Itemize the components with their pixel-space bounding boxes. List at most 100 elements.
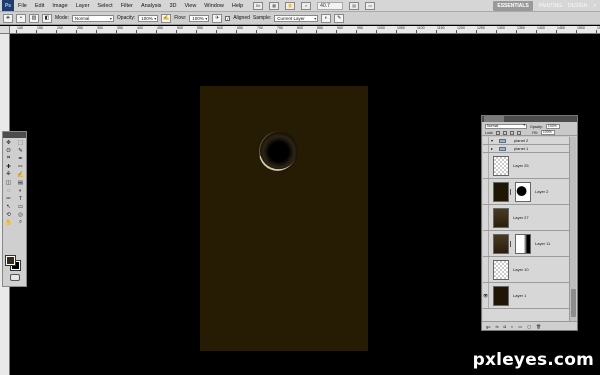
layer-name[interactable]: Layer 1: [513, 293, 526, 298]
bridge-icon[interactable]: Br: [253, 1, 264, 10]
menu-window[interactable]: Window: [200, 3, 228, 9]
tablet-opacity-icon[interactable]: ✍: [161, 13, 172, 23]
zoom-icon[interactable]: ⌕: [15, 219, 26, 226]
zoom-level-field[interactable]: 40.7: [317, 1, 344, 10]
menu-layer[interactable]: Layer: [72, 3, 94, 9]
clone-stamp-preset-icon[interactable]: ⎈: [3, 13, 13, 23]
clone-stamp-icon[interactable]: ⎈: [3, 171, 14, 178]
mode-select[interactable]: Normal: [71, 14, 114, 22]
ruler-origin[interactable]: [0, 26, 10, 34]
group-expand-icon[interactable]: ▾: [491, 138, 493, 143]
workspace-more-icon[interactable]: »: [593, 3, 596, 9]
layer-row[interactable]: Layer 10: [483, 257, 570, 283]
visibility-eye-icon[interactable]: [483, 205, 489, 230]
layer-name[interactable]: Layer 10: [513, 267, 529, 272]
eraser-icon[interactable]: ◫: [3, 179, 14, 186]
mask-link-icon[interactable]: [510, 188, 513, 195]
layers-panel-header[interactable]: [482, 116, 577, 122]
blur-icon[interactable]: ◌: [3, 187, 14, 194]
top-ruler[interactable]: 100 150 200 250 300 350 400 450 500 550 600 650 700 7…: [10, 26, 600, 34]
group-expand-icon[interactable]: ▸: [491, 146, 493, 151]
trash-icon[interactable]: 🗑: [536, 324, 541, 329]
aligned-checkbox[interactable]: ✓: [225, 15, 231, 21]
layer-name[interactable]: Layer 2: [535, 189, 548, 194]
visibility-eye-icon[interactable]: [483, 257, 489, 282]
layer-row[interactable]: Layer 2: [483, 179, 570, 205]
layer-name[interactable]: planet 2: [514, 138, 528, 143]
flow-field[interactable]: 100%: [189, 14, 210, 22]
link-layers-icon[interactable]: go: [486, 324, 490, 329]
workspace-essentials-button[interactable]: ESSENTIALS: [493, 1, 533, 11]
menu-view[interactable]: View: [180, 3, 200, 9]
visibility-eye-icon[interactable]: [483, 231, 489, 256]
layer-thumbnail[interactable]: [493, 207, 509, 228]
brush-size-icon[interactable]: •: [16, 13, 26, 23]
layer-name[interactable]: Layer 11: [535, 241, 550, 246]
path-select-icon[interactable]: ↖: [3, 203, 14, 210]
opacity-field[interactable]: 100%: [138, 14, 159, 22]
type-icon[interactable]: T: [15, 195, 26, 202]
layer-name[interactable]: Layer 27: [513, 215, 529, 220]
blend-mode-select[interactable]: Normal: [485, 124, 527, 129]
hand-icon[interactable]: ✋: [3, 219, 14, 226]
quick-select-icon[interactable]: ✎: [15, 147, 26, 154]
menu-file[interactable]: File: [14, 3, 31, 9]
menu-3d[interactable]: 3D: [165, 3, 180, 9]
workspace-design-button[interactable]: DESIGN: [568, 3, 587, 9]
screen-mode-icon[interactable]: ▭: [365, 1, 376, 10]
healing-icon[interactable]: ✚: [3, 163, 14, 170]
new-layer-icon[interactable]: ▢: [527, 324, 531, 329]
visibility-eye-icon[interactable]: [483, 145, 489, 152]
menu-analysis[interactable]: Analysis: [137, 3, 165, 9]
crop-icon[interactable]: ⌗: [3, 155, 14, 162]
airbrush-icon[interactable]: ✈: [212, 13, 223, 23]
mask-link-icon[interactable]: [510, 240, 513, 247]
lock-transparency-icon[interactable]: [496, 130, 501, 135]
menu-filter[interactable]: Filter: [117, 3, 137, 9]
layer-group-row[interactable]: ▾ planet 2: [483, 137, 570, 145]
mini-bridge-icon[interactable]: ▦: [269, 1, 280, 10]
arrange-documents-icon[interactable]: ▤: [349, 1, 360, 10]
move-icon[interactable]: ✥: [3, 139, 14, 146]
layers-scrollbar[interactable]: [569, 137, 576, 321]
layer-row[interactable]: Layer 27: [483, 205, 570, 231]
layer-thumbnail[interactable]: [493, 259, 509, 280]
layer-thumbnail[interactable]: [493, 233, 509, 254]
layer-row[interactable]: Layer 11: [483, 231, 570, 257]
brush-panel-icon[interactable]: ▥: [29, 13, 39, 23]
marquee-icon[interactable]: ⬚: [15, 139, 26, 146]
brush-icon[interactable]: ✏: [15, 163, 26, 170]
3d-rotate-icon[interactable]: ⟲: [3, 211, 14, 218]
add-mask-icon[interactable]: ◘: [504, 324, 506, 329]
visibility-eye-icon[interactable]: [483, 179, 489, 204]
menu-select[interactable]: Select: [93, 3, 116, 9]
tablet-size-icon[interactable]: ✎: [334, 13, 345, 23]
visibility-eye-icon[interactable]: [483, 137, 489, 144]
layer-opacity-field[interactable]: 100%: [545, 124, 560, 129]
eyedropper-icon[interactable]: ✒: [15, 155, 26, 162]
lock-pixels-icon[interactable]: [503, 130, 508, 135]
fx-icon[interactable]: fx: [495, 324, 498, 329]
foreground-color-swatch[interactable]: [5, 255, 16, 266]
layer-group-row[interactable]: ▸ planet 1: [483, 145, 570, 153]
menu-image[interactable]: Image: [48, 3, 71, 9]
lasso-icon[interactable]: ʘ: [3, 147, 14, 154]
visibility-eye-icon[interactable]: [483, 153, 489, 178]
layers-tab[interactable]: [484, 116, 504, 122]
layer-name[interactable]: Layer 25: [513, 163, 529, 168]
workspace-painting-button[interactable]: PAINTING: [539, 3, 562, 9]
new-group-icon[interactable]: ▭: [518, 324, 522, 329]
ignore-adjustment-layers-icon[interactable]: ◐: [321, 13, 332, 23]
document-canvas[interactable]: [200, 86, 368, 351]
layer-name[interactable]: planet 1: [514, 146, 528, 151]
quick-mask-button[interactable]: [10, 274, 20, 281]
history-brush-icon[interactable]: ✍: [15, 171, 26, 178]
dodge-icon[interactable]: ◐: [15, 187, 26, 194]
layer-thumbnail[interactable]: [493, 181, 509, 202]
lock-all-icon[interactable]: [517, 130, 522, 135]
lock-position-icon[interactable]: [510, 130, 515, 135]
layer-row[interactable]: Layer 25: [483, 153, 570, 179]
zoom-tool-icon[interactable]: ⌕: [301, 1, 312, 10]
menu-edit[interactable]: Edit: [31, 3, 48, 9]
adjustment-layer-icon[interactable]: ◐: [511, 324, 513, 329]
